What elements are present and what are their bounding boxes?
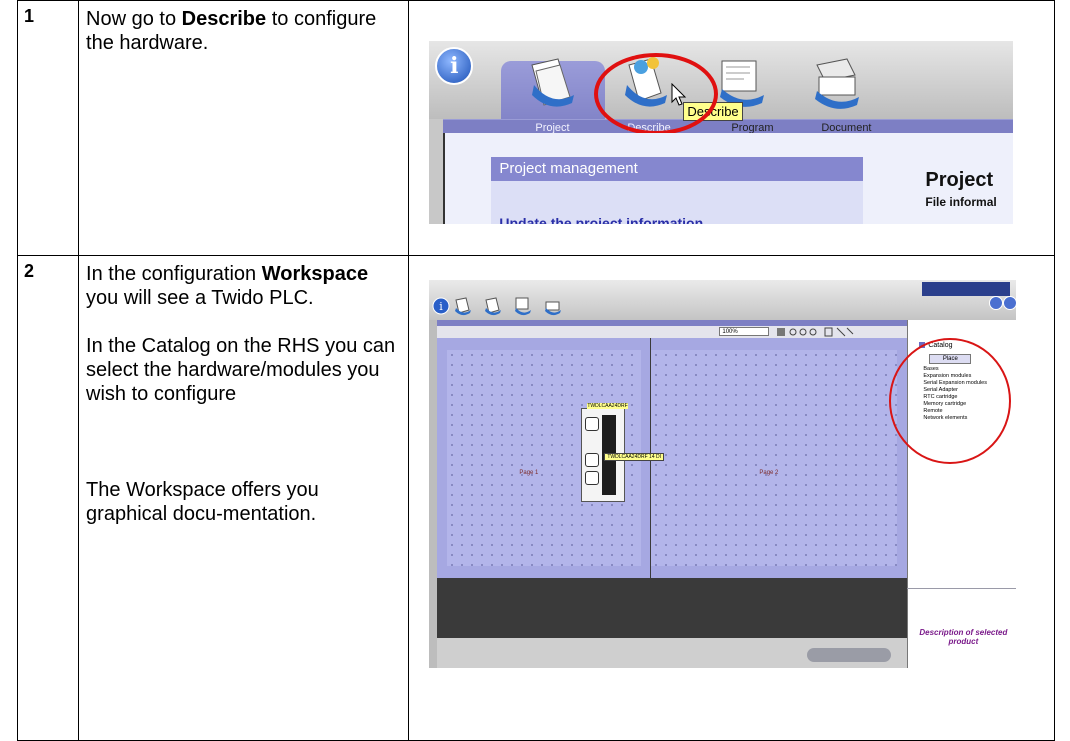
describe-tab-icon[interactable] — [483, 296, 503, 316]
project-title: Project — [925, 169, 994, 191]
step-text-emphasis: Describe — [181, 8, 267, 30]
navigation-controls[interactable] — [807, 648, 892, 662]
rack-page-2[interactable] — [651, 338, 908, 578]
plc-port — [585, 471, 600, 485]
tab-band — [443, 119, 1014, 134]
table-row: 2 In the configuration Workspace you wil… — [16, 255, 1055, 741]
program-tab-icon[interactable] — [513, 296, 533, 316]
project-management-heading: Project management — [491, 157, 864, 181]
title-panel — [922, 282, 1011, 296]
table-row: 1 Now go to Describe to configure the ha… — [16, 0, 1055, 256]
step-text-cell: In the configuration Workspace you will … — [78, 255, 410, 741]
step-text-part: Now go to — [86, 8, 182, 30]
project-tab-icon[interactable] — [524, 55, 580, 111]
product-description: Description of selected product — [919, 628, 1008, 646]
description-divider — [907, 588, 1017, 589]
step-text-cell: Now go to Describe to configure the hard… — [78, 0, 410, 256]
step-text: Now go to Describe to configure the hard… — [79, 1, 408, 55]
step-image-cell: i Project Describe Program Document Desc… — [408, 0, 1055, 256]
project-management-link[interactable]: Update the project information — [499, 215, 703, 224]
rack-label: Page 1 — [519, 470, 539, 476]
project-management-box: Project management Update the project in… — [491, 157, 864, 224]
highlight-circle — [889, 338, 1012, 464]
step-number: 1 — [24, 6, 35, 26]
rack-grid — [651, 350, 898, 566]
plc-tooltip: TWDLCAA24DRF 14 DI — [604, 453, 664, 461]
twidosoft-window-top: i Project Describe Program Document Desc… — [429, 41, 1014, 224]
plc-port — [585, 417, 600, 431]
instruction-table: 1 Now go to Describe to configure the ha… — [16, 0, 1055, 741]
step-text-emphasis: Workspace — [261, 263, 369, 285]
document-tab-icon[interactable] — [809, 55, 865, 111]
svg-text:i: i — [440, 300, 444, 313]
step-number-cell: 1 — [16, 0, 80, 256]
info-icon[interactable]: i — [431, 296, 451, 316]
zoom-tools-icon[interactable] — [777, 327, 857, 337]
step-number: 2 — [24, 261, 35, 281]
plc-name-label: TWDLCAA24DRF — [587, 403, 628, 409]
file-information-label: File informal — [925, 195, 997, 209]
step-text-paragraph: The Workspace offers you graphical docu-… — [86, 479, 319, 525]
step-text-part: In the configuration — [86, 263, 262, 285]
plc-port — [585, 453, 600, 467]
step-text: In the configuration Workspace you will … — [79, 256, 408, 526]
step-image-cell: i 100% Page 1 Page 2 TWDLCAA24DRF TWDLCA… — [408, 255, 1055, 741]
highlight-circle — [594, 53, 719, 135]
step-number-cell: 2 — [16, 255, 80, 741]
zoom-select[interactable]: 100% — [719, 327, 770, 336]
info-button[interactable] — [1003, 296, 1017, 310]
step-text-paragraph: In the Catalog on the RHS you can select… — [86, 335, 396, 405]
rack-label: Page 2 — [759, 470, 779, 476]
step-text-part: you will see a Twido PLC. — [86, 287, 314, 309]
document-tab-icon[interactable] — [543, 296, 563, 316]
project-panel: Project management Update the project in… — [443, 133, 1014, 224]
twidosoft-window: i 100% Page 1 Page 2 TWDLCAA24DRF TWDLCA… — [429, 280, 1017, 668]
project-tab-icon[interactable] — [453, 296, 473, 316]
